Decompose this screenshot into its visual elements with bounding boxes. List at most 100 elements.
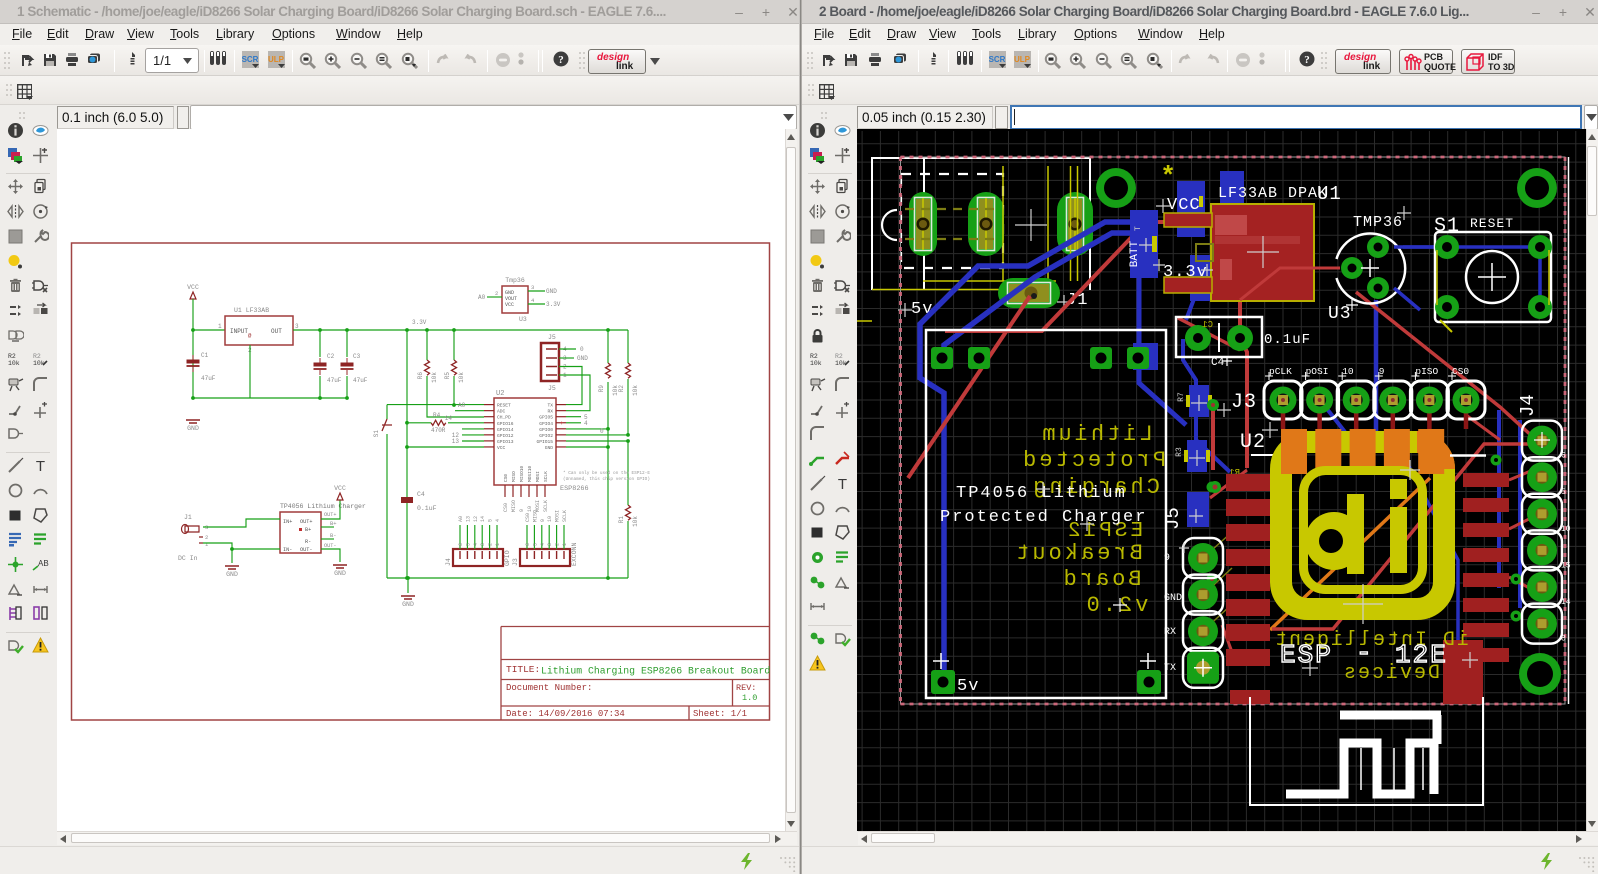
svg-text:14: 14 [445, 415, 453, 422]
svg-text:R2: R2 [835, 353, 843, 360]
svg-text:13: 13 [465, 516, 471, 522]
svg-text:RESET: RESET [1470, 216, 1514, 231]
svg-text:CS0: CS0 [525, 513, 531, 522]
svg-text:-: - [1356, 638, 1372, 668]
svg-text:R4: R4 [433, 412, 441, 419]
svg-text:5: 5 [532, 543, 538, 546]
svg-text:?: ? [558, 54, 564, 66]
svg-text:* Can only be used on the ESP1: * Can only be used on the ESP12-E [563, 471, 650, 476]
svg-text:R5: R5 [444, 372, 451, 380]
svg-text:B+: B+ [305, 527, 311, 533]
svg-text:10k: 10k [835, 360, 847, 367]
svg-text:REV:: REV: [736, 683, 756, 693]
svg-text:5: 5 [465, 543, 471, 546]
svg-text:Lithium: Lithium [1039, 422, 1152, 447]
svg-text:1: 1 [218, 323, 222, 330]
svg-text:A0: A0 [478, 294, 486, 301]
svg-text:10k: 10k [33, 360, 45, 367]
svg-text:J1: J1 [184, 514, 192, 521]
svg-text:B+: B+ [330, 520, 337, 527]
svg-text:GPIO0: GPIO0 [539, 427, 553, 433]
svg-text:Tmp36: Tmp36 [505, 277, 525, 284]
svg-text:GPIO5: GPIO5 [539, 415, 553, 421]
svg-text:OUT+: OUT+ [300, 519, 312, 525]
svg-text:2: 2 [205, 534, 208, 541]
svg-text:47uF: 47uF [353, 377, 368, 384]
svg-text:R7: R7 [1177, 392, 1186, 402]
svg-text:EXCONN: EXCONN [571, 542, 578, 566]
svg-text:VCC: VCC [1167, 196, 1201, 215]
svg-text:*: * [1163, 159, 1174, 189]
svg-text:T: T [838, 476, 847, 492]
svg-text:ADC: ADC [497, 409, 506, 415]
svg-text:U1 LF33AB: U1 LF33AB [234, 307, 269, 314]
svg-text:C3: C3 [353, 353, 361, 360]
svg-text:J5: J5 [548, 385, 556, 392]
svg-text:C2: C2 [327, 353, 335, 360]
svg-text:TX: TX [547, 403, 553, 409]
svg-text:C1: C1 [1202, 320, 1213, 330]
svg-text:U2: U2 [496, 390, 504, 398]
svg-text:GND: GND [226, 571, 238, 578]
svg-text:4: 4 [495, 519, 501, 522]
svg-text:MISO: MISO [511, 500, 517, 512]
svg-text:J4: J4 [445, 558, 452, 566]
svg-text:15: 15 [1561, 561, 1571, 570]
svg-text:10k: 10k [431, 372, 438, 383]
svg-text:0: 0 [600, 428, 604, 435]
svg-text:0: 0 [580, 346, 584, 353]
svg-text:GND: GND [545, 445, 554, 451]
svg-text:GND: GND [334, 570, 346, 577]
svg-text:U3: U3 [1328, 304, 1352, 324]
svg-text:TP4056 Lithium: TP4056 Lithium [956, 484, 1127, 503]
svg-text:ESP: ESP [1280, 640, 1333, 670]
svg-text:GND: GND [187, 425, 199, 432]
svg-text:ULP: ULP [268, 55, 285, 64]
svg-text:LF33AB DPAK: LF33AB DPAK [1218, 185, 1328, 202]
svg-text:GPIO: GPIO [504, 550, 511, 566]
svg-text:GPIO15: GPIO15 [536, 439, 553, 445]
svg-text:Sheet: 1/1: Sheet: 1/1 [693, 709, 747, 719]
svg-text:OUT+: OUT+ [324, 512, 336, 518]
svg-text:GPIO12: GPIO12 [497, 433, 514, 439]
svg-text:1: 1 [495, 543, 501, 546]
svg-text:Date: 14/09/2016 07:34: Date: 14/09/2016 07:34 [506, 709, 625, 719]
svg-text:T: T [36, 458, 45, 474]
svg-text:Board: Board [1060, 567, 1141, 592]
svg-text:CH_PD: CH_PD [497, 415, 511, 421]
svg-text:4: 4 [584, 420, 588, 427]
svg-text:B-: B- [330, 532, 337, 539]
svg-text:4: 4 [540, 543, 546, 546]
svg-text:U2: U2 [1240, 431, 1266, 454]
svg-text:2: 2 [495, 290, 498, 297]
svg-text:J4: J4 [1517, 394, 1539, 417]
svg-text:10k: 10k [632, 516, 639, 527]
svg-text:Document Number:: Document Number: [506, 683, 592, 693]
svg-text:R2: R2 [618, 385, 625, 393]
svg-text:MISO: MISO [532, 510, 538, 522]
svg-text:10k: 10k [632, 385, 639, 396]
svg-text:5: 5 [488, 519, 494, 522]
svg-text:ULP: ULP [1014, 55, 1031, 64]
svg-text:R2: R2 [8, 353, 16, 360]
svg-text:9: 9 [519, 509, 525, 512]
svg-text:6: 6 [525, 543, 531, 546]
svg-text:10k: 10k [810, 360, 822, 367]
svg-text:GPIO2: GPIO2 [539, 433, 553, 439]
svg-text:0.1uF: 0.1uF [417, 505, 437, 512]
svg-text:8: 8 [1561, 635, 1566, 644]
svg-text:MOSI: MOSI [535, 471, 541, 482]
svg-text:pISO: pISO [1415, 366, 1438, 377]
svg-text:C1: C1 [201, 352, 209, 359]
svg-text:VCC: VCC [187, 284, 199, 291]
svg-text:(Unnamed, this chip version GP: (Unnamed, this chip version GPIO) [563, 477, 650, 482]
svg-text:VCC: VCC [505, 302, 514, 308]
svg-text:IN-: IN- [283, 547, 292, 553]
svg-text:INPUT: INPUT [230, 328, 248, 335]
svg-text:3: 3 [531, 284, 534, 291]
svg-text:R3: R3 [1175, 447, 1184, 457]
svg-text:GPIO16: GPIO16 [497, 421, 514, 427]
svg-text:C4: C4 [1211, 357, 1225, 369]
svg-text:A0: A0 [458, 516, 464, 522]
svg-text:5v: 5v [957, 677, 979, 696]
